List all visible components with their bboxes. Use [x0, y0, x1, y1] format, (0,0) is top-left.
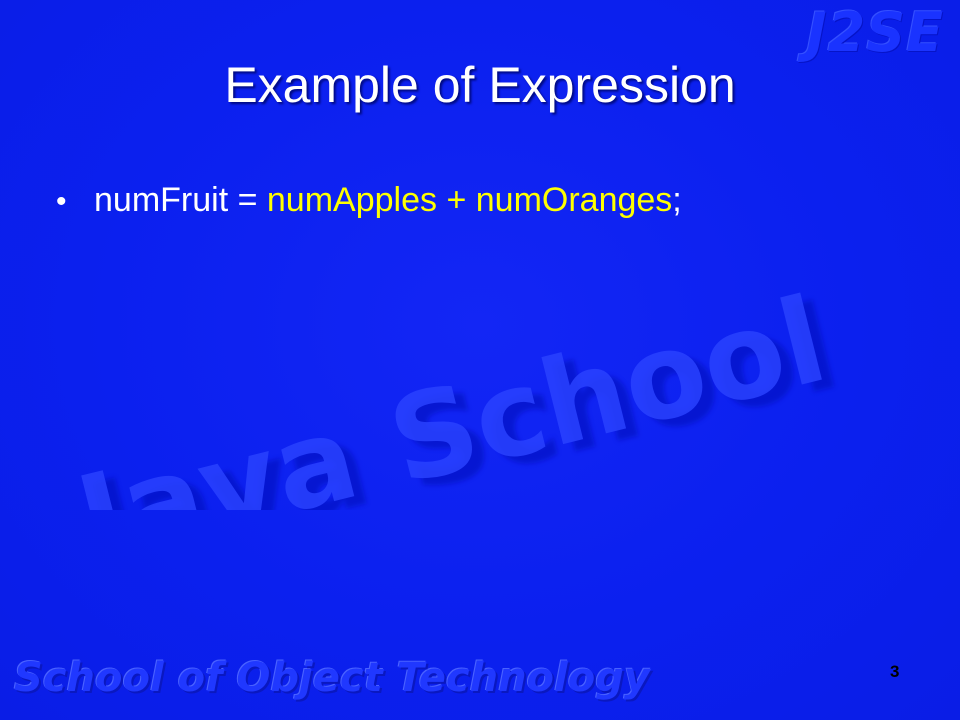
- bullet-item: • numFruit = numApples + numOranges;: [56, 180, 682, 221]
- slide: J2SE Java School Java School School of O…: [0, 0, 960, 720]
- expression-operand-2: numOranges: [475, 181, 673, 219]
- page-number: 3: [890, 662, 900, 681]
- expression-operand-1: numApples: [266, 181, 437, 219]
- expression-line: numFruit = numApples + numOranges;: [94, 180, 682, 221]
- bullet-icon: •: [56, 185, 67, 218]
- expression-lhs: numFruit =: [94, 181, 267, 219]
- bullet-list: • numFruit = numApples + numOranges;: [56, 180, 682, 221]
- expression-terminator: ;: [672, 181, 682, 219]
- j2se-watermark: J2SE: [806, 1, 944, 64]
- java-school-watermark-text: Java School: [60, 270, 838, 510]
- java-school-watermark: Java School Java School: [60, 270, 850, 510]
- footer-watermark: School of Object Technology: [14, 655, 650, 701]
- slide-title: Example of Expression: [224, 57, 736, 113]
- expression-operator: +: [437, 181, 476, 219]
